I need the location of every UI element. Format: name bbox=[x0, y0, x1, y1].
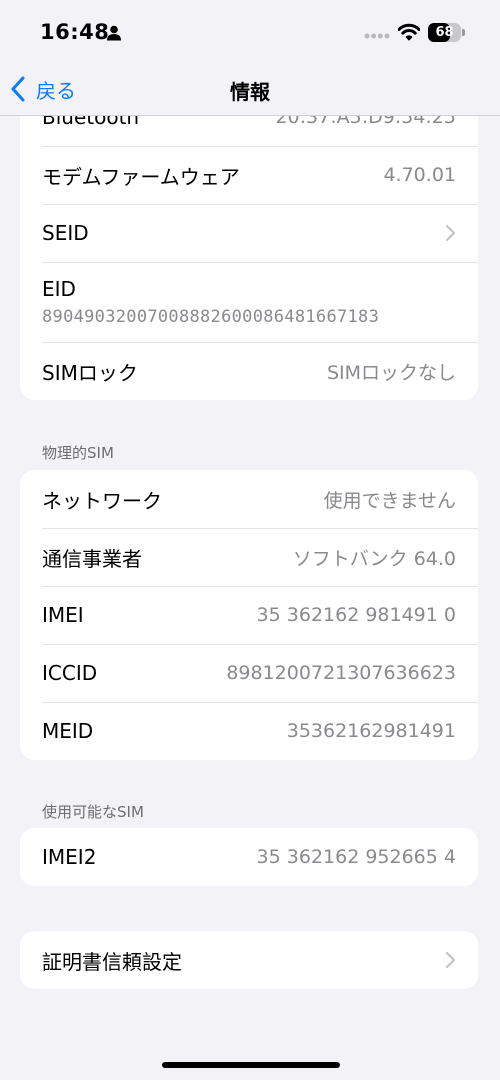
bluetooth-value: 20:37:A5:D9:54:25 bbox=[275, 116, 456, 128]
meid-label: MEID bbox=[42, 719, 94, 743]
wifi-icon bbox=[398, 23, 420, 41]
eid-label: EID bbox=[42, 277, 76, 301]
scroll-content[interactable]: Bluetooth 20:37:A5:D9:54:25 モデムファームウェア 4… bbox=[0, 116, 500, 1080]
imei-value: 35 362162 981491 0 bbox=[256, 604, 456, 626]
bluetooth-label: Bluetooth bbox=[42, 116, 140, 129]
sim-lock-label: SIMロック bbox=[42, 360, 138, 385]
network-value: 使用できません bbox=[323, 489, 456, 512]
section-header-available-sim: 使用可能なSIM bbox=[42, 803, 144, 821]
chevron-right-icon bbox=[445, 951, 456, 969]
carrier-value: ソフトバンク 64.0 bbox=[292, 547, 456, 570]
network-label: ネットワーク bbox=[42, 488, 162, 513]
seid-row[interactable]: SEID bbox=[20, 204, 478, 262]
device-info-card: Bluetooth 20:37:A5:D9:54:25 モデムファームウェア 4… bbox=[20, 116, 478, 400]
person-icon bbox=[107, 25, 121, 41]
section-header-physical-sim: 物理的SIM bbox=[42, 444, 114, 462]
certificate-trust-row[interactable]: 証明書信頼設定 bbox=[20, 931, 478, 989]
navigation-bar: 戻る 情報 bbox=[0, 62, 500, 116]
signal-dots-icon bbox=[364, 33, 390, 39]
status-bar: 16:48 68 bbox=[0, 0, 500, 62]
meid-row: MEID 35362162981491 bbox=[20, 702, 478, 760]
available-sim-card: IMEI2 35 362162 952665 4 bbox=[20, 828, 478, 886]
carrier-row: 通信事業者 ソフトバンク 64.0 bbox=[20, 528, 478, 586]
battery-level: 68 bbox=[435, 25, 454, 40]
certificate-trust-label: 証明書信頼設定 bbox=[42, 949, 182, 974]
sim-lock-row: SIMロック SIMロックなし bbox=[20, 342, 478, 400]
imei-label: IMEI bbox=[42, 603, 84, 627]
sim-lock-value: SIMロックなし bbox=[326, 361, 456, 384]
imei2-label: IMEI2 bbox=[42, 845, 97, 869]
modem-firmware-row: モデムファームウェア 4.70.01 bbox=[20, 146, 478, 204]
page-title: 情報 bbox=[230, 80, 270, 104]
battery-icon: 68 bbox=[428, 23, 465, 42]
meid-value: 35362162981491 bbox=[286, 720, 456, 742]
modem-firmware-value: 4.70.01 bbox=[383, 164, 456, 186]
certificate-trust-card: 証明書信頼設定 bbox=[20, 931, 478, 989]
iccid-label: ICCID bbox=[42, 661, 98, 685]
network-row: ネットワーク 使用できません bbox=[20, 470, 478, 528]
eid-row: EID 89049032007008882600086481667183 bbox=[20, 262, 478, 342]
physical-sim-card: ネットワーク 使用できません 通信事業者 ソフトバンク 64.0 IMEI 35… bbox=[20, 470, 478, 760]
imei-row: IMEI 35 362162 981491 0 bbox=[20, 586, 478, 644]
status-time: 16:48 bbox=[40, 20, 110, 44]
imei2-value: 35 362162 952665 4 bbox=[256, 846, 456, 868]
iccid-row: ICCID 8981200721307636623 bbox=[20, 644, 478, 702]
iccid-value: 8981200721307636623 bbox=[226, 662, 456, 684]
eid-value: 89049032007008882600086481667183 bbox=[42, 307, 380, 327]
bluetooth-row: Bluetooth 20:37:A5:D9:54:25 bbox=[20, 116, 478, 146]
modem-firmware-label: モデムファームウェア bbox=[42, 164, 240, 189]
home-indicator[interactable] bbox=[162, 1062, 340, 1068]
imei2-row: IMEI2 35 362162 952665 4 bbox=[20, 828, 478, 886]
chevron-right-icon bbox=[445, 224, 456, 242]
seid-label: SEID bbox=[42, 221, 89, 245]
carrier-label: 通信事業者 bbox=[42, 546, 142, 571]
